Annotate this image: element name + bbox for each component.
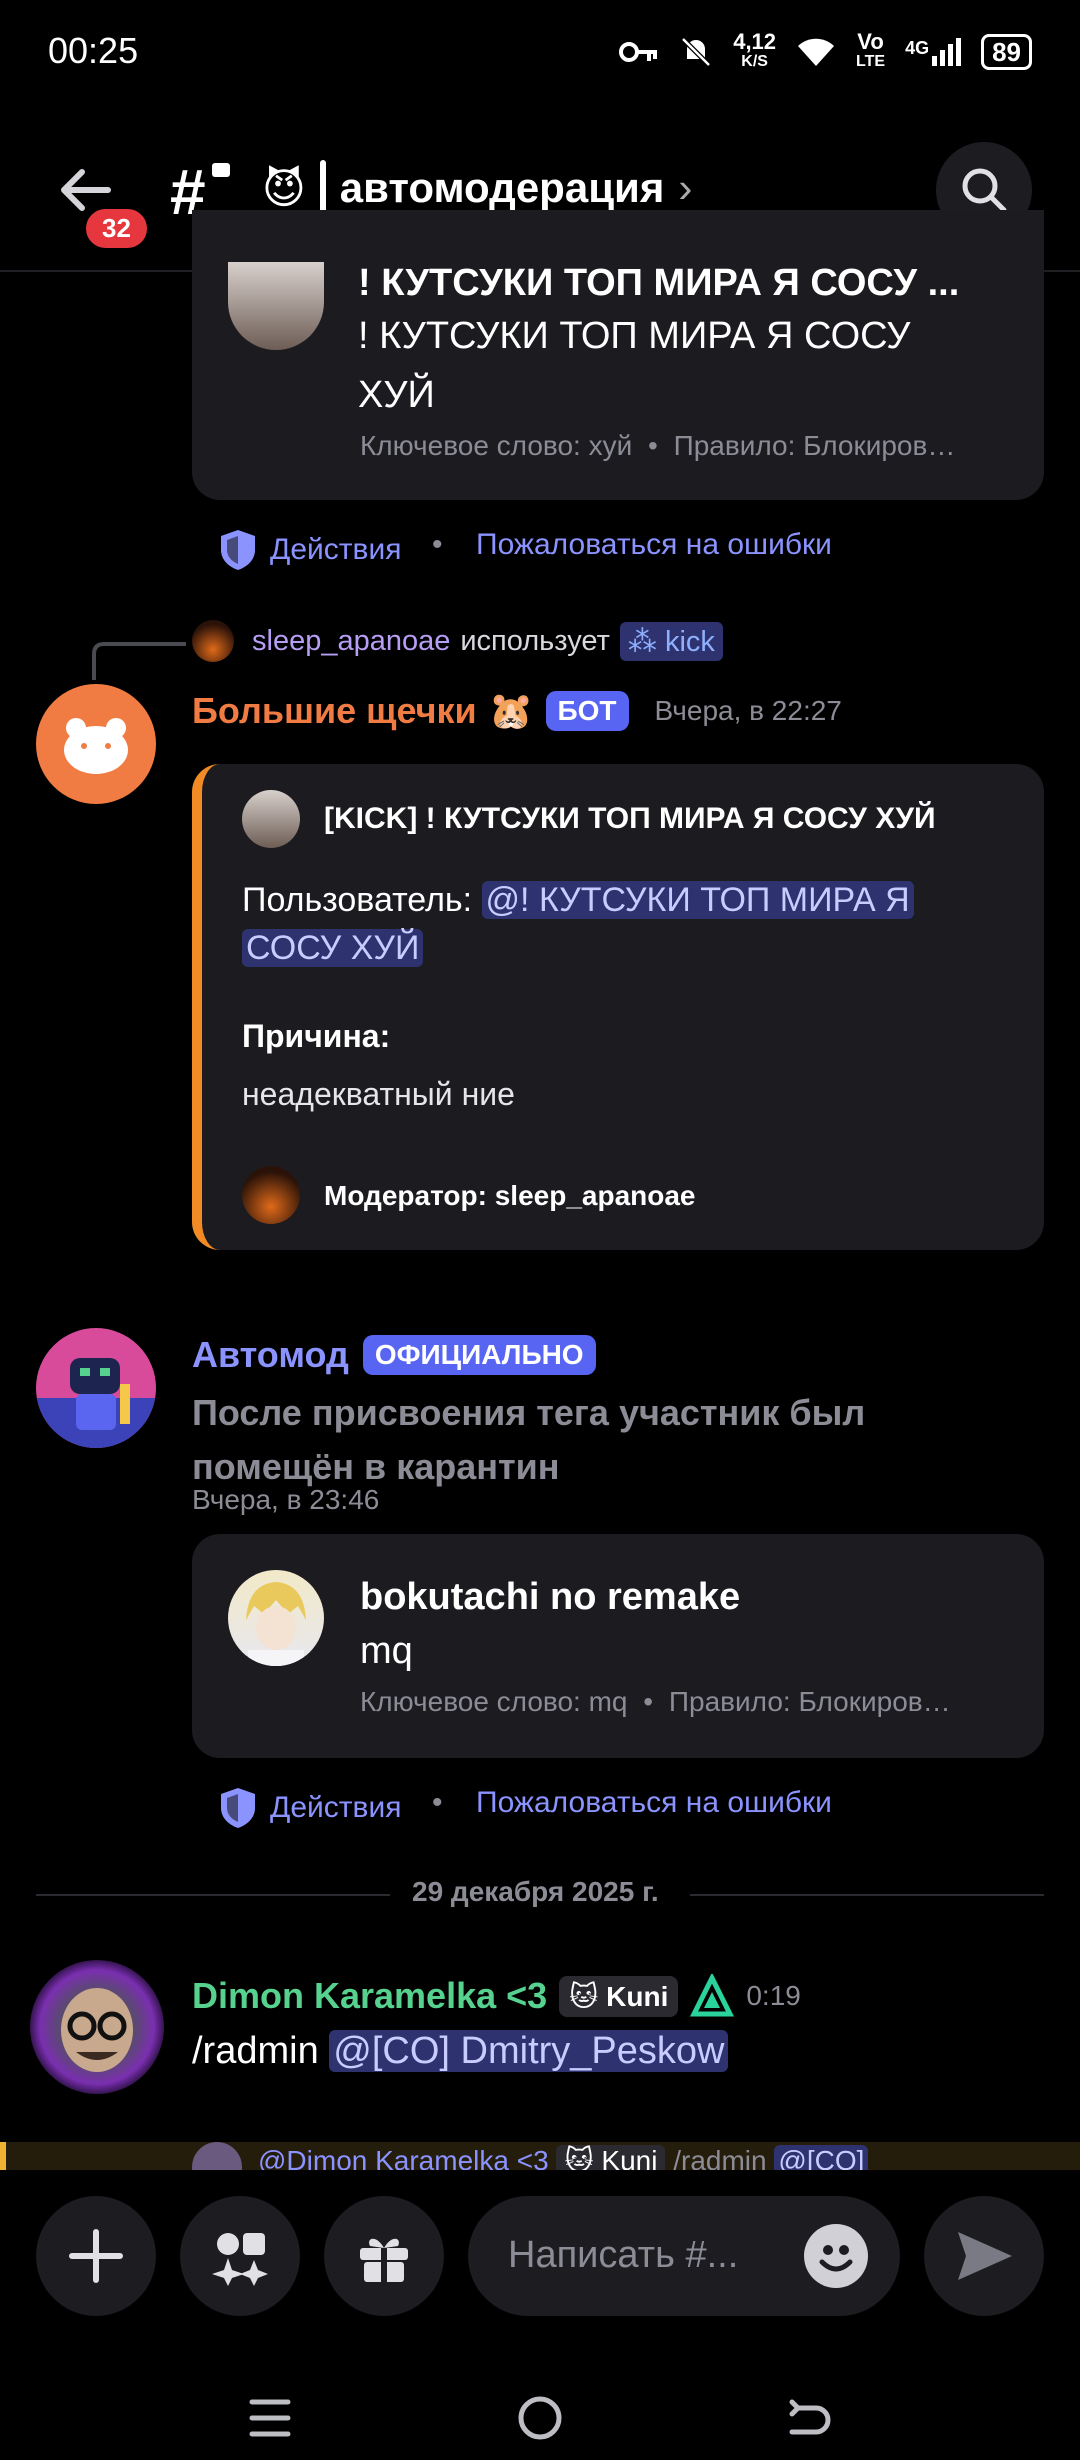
reply-username: sleep_apanoae [252, 625, 451, 657]
embed-footer: Модератор: sleep_apanoae [324, 1180, 696, 1211]
channel-emoji: 😈 [262, 164, 306, 212]
add-attachment-button[interactable] [36, 2196, 156, 2316]
user-mention-cont[interactable]: СОСУ ХУЙ [242, 929, 424, 967]
user-avatar[interactable] [30, 1960, 164, 2094]
anime-avatar-icon [246, 1582, 306, 1666]
shield-icon [221, 1788, 255, 1828]
send-button[interactable] [924, 2196, 1044, 2316]
reason-value: неадекватный ние [242, 1076, 515, 1112]
reply-avatar[interactable] [192, 620, 234, 662]
smile-emoji-icon [819, 2245, 853, 2272]
card-text: mq [360, 1630, 413, 1672]
embed-author-avatar [242, 790, 300, 848]
wifi-icon [798, 38, 835, 66]
message-author-row: Dimon Karamelka <3 🐱 Kuni 0:19 [192, 1974, 801, 2018]
automod-card[interactable]: bokutachi no remake mq Ключевое слово: m… [192, 1534, 1044, 1758]
date-divider-line-right [690, 1894, 1044, 1896]
author-name[interactable]: Автомод [192, 1334, 349, 1376]
message-time: 0:19 [746, 1980, 801, 2011]
actions-button[interactable]: Действия [218, 528, 401, 572]
slash-command-chip[interactable]: ⁂ kick [619, 622, 723, 661]
moderator-avatar [242, 1166, 300, 1224]
robot-icon [36, 1358, 156, 1448]
apps-icon [212, 2233, 268, 2286]
embed-card[interactable]: [KICK] ! КУТСУКИ ТОП МИРА Я СОСУ ХУЙ Пол… [192, 764, 1044, 1250]
battery-indicator: 89 [981, 34, 1032, 70]
date-divider: 29 декабря 2025 г. [412, 1876, 659, 1907]
home-icon[interactable] [516, 2394, 564, 2442]
dot-separator: • [432, 528, 443, 561]
search-icon [962, 168, 1007, 213]
channel-name: автомодерация [339, 164, 665, 211]
card-title: ! КУТСУКИ ТОП МИРА Я СОСУ ... [358, 262, 960, 304]
message-content: /radmin @[CO] Dmitry_Peskow [192, 2030, 729, 2073]
official-tag: ОФИЦИАЛЬНО [362, 1335, 596, 1375]
card-meta: Ключевое слово: mq • Правило: Блокиров… [360, 1686, 951, 1717]
message-input[interactable]: Написать #... [468, 2196, 900, 2316]
reason-label: Причина: [242, 1018, 391, 1054]
gift-icon [360, 2238, 408, 2282]
message-input-placeholder: Написать #... [508, 2234, 739, 2276]
plus-icon [69, 2229, 123, 2283]
reply-connector [92, 642, 186, 680]
message-time: Вчера, в 23:46 [192, 1484, 380, 1515]
signal-icon: 4G [905, 38, 962, 66]
bot-avatar[interactable] [36, 684, 156, 804]
reply-line[interactable]: sleep_apanoae использует ⁂ kick [252, 622, 723, 661]
emoji-button[interactable] [804, 2224, 868, 2288]
glasses-face-icon [61, 1988, 133, 2072]
shield-icon [221, 530, 255, 570]
message-time: Вчера, в 22:27 [654, 695, 842, 726]
report-errors-link[interactable]: Пожаловаться на ошибки [476, 1786, 832, 1820]
volte: Vo LTE [856, 29, 886, 71]
channel-title[interactable]: 😈 автомодерация › [262, 160, 692, 216]
message-author-row: Большие щечки 🐹 БОТ Вчера, в 22:27 [192, 690, 842, 732]
boost-icon [690, 1974, 735, 2017]
automod-author-row: Автомод ОФИЦИАЛЬНО [192, 1334, 596, 1376]
back-nav-icon[interactable] [786, 2394, 832, 2442]
embed-user-field: Пользователь: @! КУТСУКИ ТОП МИРА Я СОСУ… [242, 876, 942, 972]
recent-apps-icon[interactable] [248, 2396, 292, 2440]
author-emoji: 🐹 [488, 690, 534, 731]
author-name[interactable]: Dimon Karamelka <3 [192, 1975, 547, 2017]
card-username: bokutachi no remake [360, 1576, 741, 1618]
apps-button[interactable] [180, 2196, 300, 2316]
gift-button[interactable] [324, 2196, 444, 2316]
report-errors-link[interactable]: Пожаловаться на ошибки [476, 528, 832, 562]
unread-badge: 32 [82, 205, 151, 252]
embed-title: [KICK] ! КУТСУКИ ТОП МИРА Я СОСУ ХУЙ [324, 802, 936, 835]
user-mention[interactable]: @! КУТСУКИ ТОП МИРА Я [481, 881, 914, 919]
title-divider [319, 160, 326, 216]
key-icon [619, 42, 658, 62]
date-divider-line-left [36, 1894, 390, 1896]
dot-separator: • [432, 1786, 443, 1819]
highlighted-message-strip: @Dimon Karamelka <3 🐱 Kuni /radmin @[CO] [0, 2142, 1080, 2170]
system-nav-bar [0, 2340, 1080, 2460]
quarantine-notice: После присвоения тега участник был помещё… [192, 1392, 866, 1487]
actions-button[interactable]: Действия [218, 1786, 401, 1830]
status-icons: 4,12 K/S Vo LTE 4G 89 [619, 29, 1032, 72]
chevron-right-icon: › [678, 164, 693, 211]
card-meta: Ключевое слово: хуй • Правило: Блокиров… [360, 430, 956, 461]
bot-tag: БОТ [545, 691, 629, 731]
reply-uses-text: использует [460, 625, 610, 657]
card-body-line2: ХУЙ [358, 374, 435, 416]
status-time: 00:25 [48, 30, 139, 71]
user-mention[interactable]: @[CO] Dmitry_Peskow [329, 2030, 729, 2072]
mute-bell-icon [681, 37, 711, 67]
author-name[interactable]: Большие щечки [192, 690, 477, 732]
role-tag: 🐱 Kuni [559, 1975, 679, 2017]
card-body-line1: ! КУТСУКИ ТОП МИРА Я СОСУ [358, 315, 911, 357]
automod-avatar[interactable] [36, 1328, 156, 1448]
send-icon [958, 2232, 1012, 2280]
avatar [228, 1570, 324, 1666]
net-speed: 4,12 K/S [733, 29, 777, 71]
hamster-icon [64, 718, 128, 774]
